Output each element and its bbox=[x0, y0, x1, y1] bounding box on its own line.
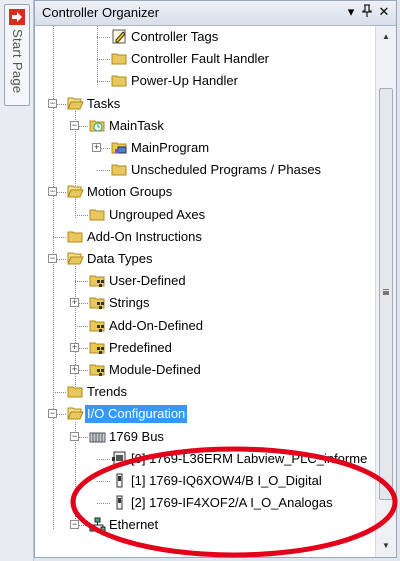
expand-icon[interactable]: + bbox=[70, 342, 79, 352]
organizer-tree: Controller Tags Controller Fault Handler P… bbox=[35, 26, 374, 557]
open-folder-icon bbox=[67, 406, 84, 421]
tree-node-label: Ethernet bbox=[109, 517, 159, 533]
tree-node-label: I/O Configuration bbox=[85, 405, 188, 424]
tree-connector bbox=[75, 281, 88, 283]
tree-connector bbox=[97, 37, 110, 38]
start-page-tab[interactable]: Start Page bbox=[4, 4, 30, 106]
tree-node-label: Strings bbox=[109, 295, 150, 311]
task-icon bbox=[89, 118, 106, 133]
scrollbar-thumb[interactable] bbox=[379, 88, 393, 500]
tree-connector bbox=[97, 481, 110, 482]
tree-node-label: Controller Tags bbox=[131, 29, 219, 44]
tree-connector bbox=[53, 392, 66, 394]
tree-node-label: [0] 1769-L36ERM Labview_PLC_informe bbox=[131, 450, 368, 466]
panel-titlebar: Controller Organizer ▾ ✕ bbox=[35, 1, 396, 26]
program-icon bbox=[111, 140, 128, 155]
tree-node-label: Controller Fault Handler bbox=[131, 51, 270, 67]
close-icon[interactable]: ✕ bbox=[377, 4, 391, 20]
pin-icon[interactable] bbox=[360, 4, 374, 20]
tree-node-label: Ungrouped Axes bbox=[109, 206, 206, 222]
tree-connector bbox=[53, 236, 66, 238]
tree-connector bbox=[75, 325, 88, 327]
tree-node-label: Add-On-Defined bbox=[109, 317, 203, 333]
tree-connector bbox=[97, 59, 110, 61]
datatype-folder-icon bbox=[89, 318, 106, 333]
tree-node-label: Power-Up Handler bbox=[131, 73, 238, 89]
panel-title: Controller Organizer bbox=[42, 5, 160, 20]
io-module-icon bbox=[111, 495, 128, 510]
collapse-icon[interactable]: − bbox=[48, 254, 57, 263]
scroll-up-arrow-icon[interactable]: ▲ bbox=[376, 28, 396, 46]
tree-connector bbox=[97, 81, 110, 83]
controller-module-icon bbox=[111, 451, 128, 466]
tree-node-label: Motion Groups bbox=[87, 184, 173, 200]
folder-icon bbox=[111, 73, 128, 88]
tree-connector bbox=[97, 458, 110, 460]
tree-node-label: Predefined bbox=[109, 339, 172, 355]
collapse-icon[interactable]: − bbox=[70, 120, 79, 130]
tree-node-label: [1] 1769-IQ6XOW4/B I_O_Digital bbox=[131, 473, 322, 488]
tree-node-label: Tasks bbox=[87, 95, 121, 111]
collapse-icon[interactable]: − bbox=[70, 520, 79, 530]
open-folder-icon bbox=[67, 96, 84, 111]
bus-icon bbox=[89, 429, 106, 444]
datatype-folder-icon bbox=[89, 273, 106, 288]
tags-icon bbox=[111, 29, 128, 44]
tree-node-label: Trends bbox=[87, 384, 127, 400]
folder-icon bbox=[89, 207, 106, 222]
start-page-label: Start Page bbox=[10, 29, 25, 94]
tree-node-label: User-Defined bbox=[109, 273, 186, 289]
network-icon bbox=[89, 517, 106, 532]
tree-node-label: MainTask bbox=[109, 117, 164, 133]
tree-node-label: Unscheduled Programs / Phases bbox=[131, 162, 322, 178]
tree-node-label: Add-On Instructions bbox=[87, 228, 202, 244]
tree-guide-line bbox=[75, 266, 76, 396]
folder-icon bbox=[67, 384, 84, 399]
collapse-icon[interactable]: − bbox=[48, 187, 57, 197]
io-module-icon bbox=[111, 473, 128, 488]
collapse-icon[interactable]: − bbox=[48, 409, 57, 419]
tree-node-label: 1769 Bus bbox=[109, 428, 164, 444]
tree-node-label: Module-Defined bbox=[109, 362, 201, 377]
open-folder-icon bbox=[67, 251, 84, 266]
datatype-folder-icon bbox=[89, 295, 106, 310]
start-page-icon bbox=[9, 9, 25, 25]
datatype-folder-icon bbox=[89, 362, 106, 377]
tree-guide-line bbox=[97, 26, 98, 85]
collapse-icon[interactable]: − bbox=[48, 98, 57, 108]
expand-icon[interactable]: + bbox=[92, 143, 101, 152]
tree-node-label: Data Types bbox=[87, 251, 153, 266]
side-tab-strip: Start Page bbox=[0, 0, 34, 561]
datatype-folder-icon bbox=[89, 340, 106, 355]
folder-icon bbox=[111, 51, 128, 66]
tree-node-label: MainProgram bbox=[131, 140, 210, 155]
collapse-icon[interactable]: − bbox=[70, 431, 79, 441]
grip-icon bbox=[383, 289, 389, 291]
tree-connector bbox=[75, 214, 88, 216]
expand-icon[interactable]: + bbox=[70, 365, 79, 374]
vertical-scrollbar[interactable]: ▲ ▼ bbox=[375, 26, 396, 557]
tree-connector bbox=[97, 503, 110, 505]
open-folder-icon bbox=[67, 184, 84, 199]
folder-icon bbox=[111, 162, 128, 177]
tree-node-label: [2] 1769-IF4XOF2/A I_O_Analogas bbox=[131, 495, 333, 511]
expand-icon[interactable]: + bbox=[70, 298, 79, 308]
tree-connector bbox=[97, 170, 110, 172]
controller-organizer-panel: Controller Organizer ▾ ✕ Controller Tags… bbox=[34, 0, 397, 558]
window-frame: Start Page Controller Organizer ▾ ✕ Cont… bbox=[0, 0, 400, 561]
folder-icon bbox=[67, 229, 84, 244]
dropdown-icon[interactable]: ▾ bbox=[344, 4, 358, 20]
scroll-down-arrow-icon[interactable]: ▼ bbox=[376, 537, 396, 555]
